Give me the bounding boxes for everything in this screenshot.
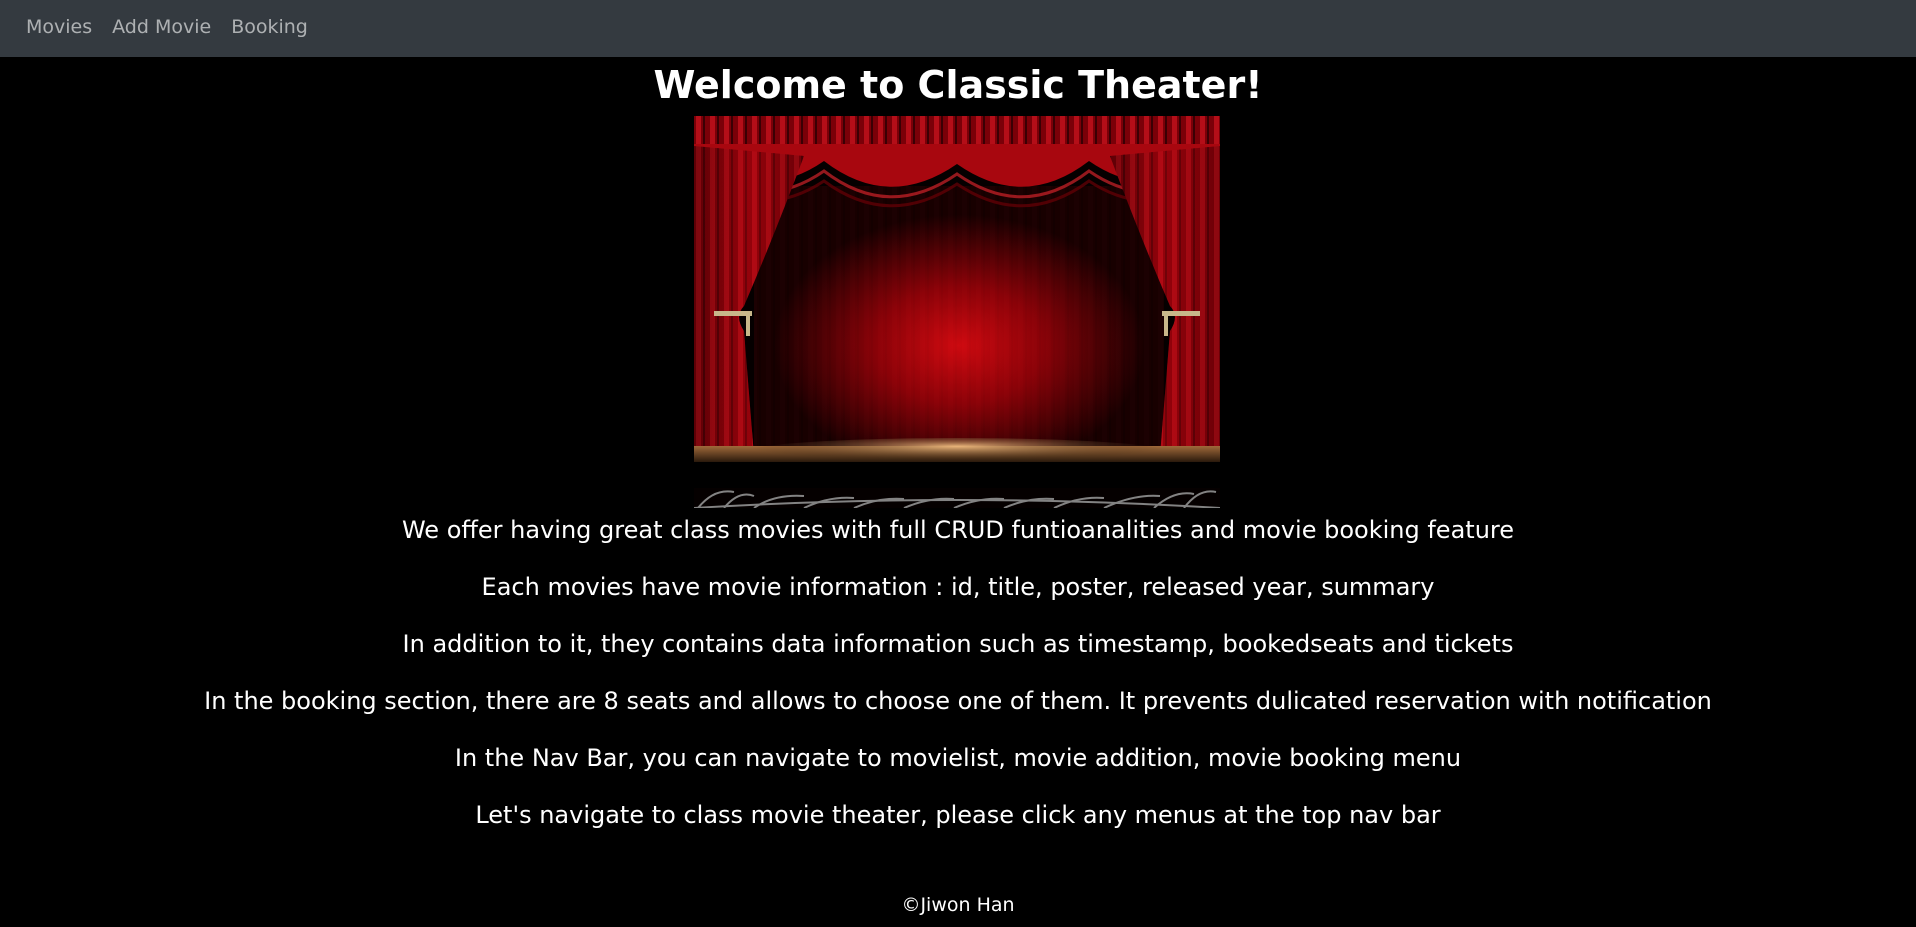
nav-link-movies[interactable]: Movies bbox=[26, 16, 92, 38]
top-navbar: Movies Add Movie Booking bbox=[0, 0, 1916, 57]
paragraph-cta: Let's navigate to class movie theater, p… bbox=[475, 801, 1441, 829]
nav-link-add-movie[interactable]: Add Movie bbox=[112, 16, 211, 38]
paragraph-navbar: In the Nav Bar, you can navigate to movi… bbox=[454, 744, 1462, 772]
paragraph-booking: In the booking section, there are 8 seat… bbox=[204, 687, 1712, 715]
page-title: Welcome to Classic Theater! bbox=[653, 63, 1263, 107]
footer-copyright: ©Jiwon Han bbox=[901, 894, 1015, 916]
paragraph-movie-info: Each movies have movie information : id,… bbox=[481, 573, 1435, 601]
paragraph-offer: We offer having great class movies with … bbox=[401, 516, 1515, 544]
nav-link-booking[interactable]: Booking bbox=[231, 16, 308, 38]
theater-stage-image bbox=[694, 116, 1220, 508]
paragraph-data-info: In addition to it, they contains data in… bbox=[402, 630, 1514, 658]
